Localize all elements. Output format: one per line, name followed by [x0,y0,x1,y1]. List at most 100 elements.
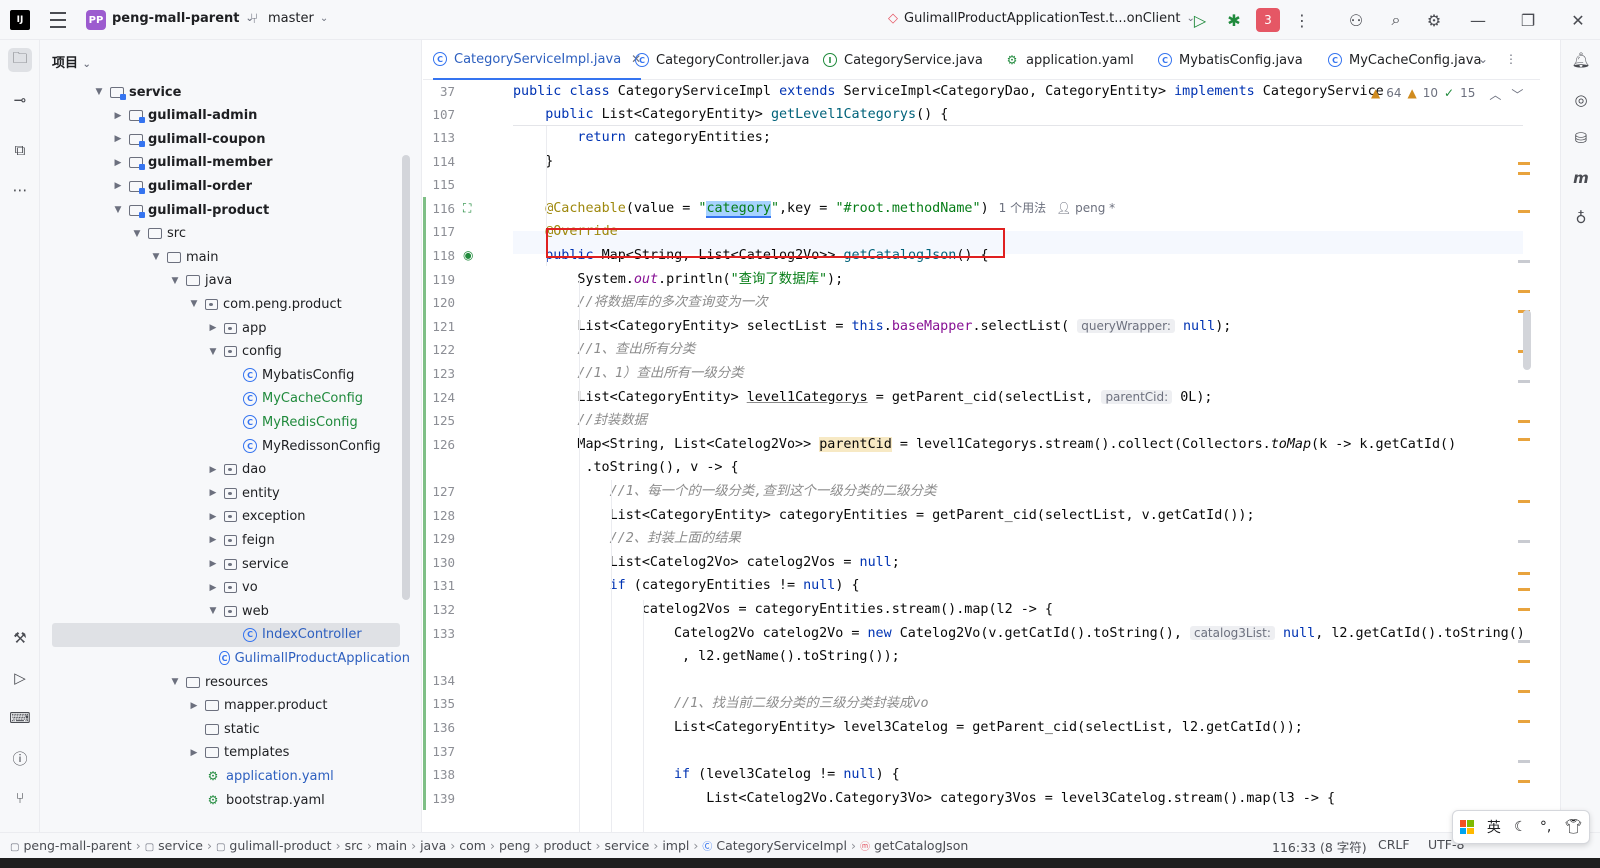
tree-item[interactable]: C MybatisConfig [40,363,410,387]
build-icon[interactable]: ⚒ [8,626,32,650]
breadcrumb-item[interactable]: service [605,838,650,853]
project-panel-header[interactable]: 项目 ⌄ [52,52,91,71]
breadcrumb-item[interactable]: peng [499,838,530,853]
gear-icon[interactable]: ⚙ [1422,8,1446,32]
breadcrumb-item[interactable]: main [376,838,407,853]
code-line[interactable]: //1、1）查出所有一级分类 [577,362,743,385]
add-user-icon[interactable]: ⚇ [1344,8,1368,32]
breadcrumb-item[interactable]: product [543,838,591,853]
chevron-right-icon[interactable]: ▶ [111,134,125,144]
ime-toolbar[interactable]: 英 ☾ °, 👕︎ [1452,810,1590,844]
code-area[interactable]: public class CategoryServiceImpl extends… [513,80,1523,842]
tree-item[interactable]: C MyRedisConfig [40,410,410,434]
debug-button[interactable]: ✱ [1222,8,1246,32]
code-line[interactable]: if (categoryEntities != null) { [610,574,860,597]
tree-item[interactable]: C MyCacheConfig [40,387,410,411]
chevron-down-icon[interactable]: ▼ [168,677,182,687]
chevron-right-icon[interactable]: ▶ [206,465,220,475]
chevron-down-icon[interactable]: ⌄ [1478,52,1488,66]
tree-item[interactable]: ▶ gulimall-admin [40,104,410,128]
notifications-icon[interactable]: 🔔︎ [1569,48,1593,72]
chevron-right-icon[interactable]: ▶ [187,701,201,711]
code-line[interactable]: List<CategoryEntity> categoryEntities = … [610,504,1255,527]
project-switcher[interactable]: peng-mall-parent ⌄ [112,11,254,26]
structure-icon[interactable]: ♁ [1569,206,1593,230]
chevron-right-icon[interactable]: ▶ [206,535,220,545]
search-icon[interactable]: ⌕ [1384,8,1408,32]
tree-item[interactable]: ▶ dao [40,458,410,482]
tree-item[interactable]: ▶ vo [40,576,410,600]
close-window-button[interactable]: ✕ [1566,8,1590,32]
breadcrumb-item[interactable]: ⓜ getCatalogJson [860,838,968,853]
tree-item[interactable]: ▼ resources [40,670,410,694]
chevron-right-icon[interactable]: ▶ [206,323,220,333]
tree-item[interactable]: ▶ gulimall-coupon [40,127,410,151]
punctuation-icon[interactable]: °, [1540,819,1551,835]
tree-item[interactable]: ▶ templates [40,741,410,765]
ime-language[interactable]: 英 [1487,817,1501,837]
branch-switcher[interactable]: master ⌄ [268,11,328,26]
chevron-down-icon[interactable]: ▼ [92,87,106,97]
more-icon[interactable]: ⋯ [8,178,32,202]
code-line[interactable]: return categoryEntities; [577,126,771,149]
tab-application-yaml[interactable]: ⚙ application.yaml [1005,40,1134,80]
code-line[interactable]: @Cacheable(value = "category",key = "#ro… [545,197,1115,220]
code-line[interactable]: , l2.getName().toString()); [682,645,900,668]
tab-mybatisconfig-java[interactable]: C MybatisConfig.java [1158,40,1303,80]
database-icon[interactable]: ⛁ [1569,126,1593,150]
chevron-right-icon[interactable]: ▶ [111,111,125,121]
chevron-down-icon[interactable]: ﹀ [1511,86,1523,103]
tree-item[interactable]: static [40,717,410,741]
code-line[interactable]: Catelog2Vo catelog2Vo = new Catelog2Vo(v… [674,622,1523,645]
code-line[interactable]: //1、每一个的一级分类,查到这个一级分类的二级分类 [610,480,937,503]
tree-item[interactable]: ▼ com.peng.product [40,292,410,316]
chevron-right-icon[interactable]: ▶ [206,559,220,569]
tree-item[interactable]: ▼ java [40,269,410,293]
run-config-selector[interactable]: ◇ GulimallProductApplicationTest.t...onCl… [888,11,1195,26]
tree-item[interactable]: ▼ main [40,245,410,269]
code-line[interactable]: public class CategoryServiceImpl extends… [513,80,1384,103]
code-line[interactable]: List<CategoryEntity> level3Catelog = get… [674,716,1303,739]
breadcrumb-item[interactable]: com [459,838,486,853]
breadcrumb-item[interactable]: ▢ service [145,838,203,853]
tree-item[interactable]: ▶ gulimall-member [40,151,410,175]
problems-icon[interactable]: ⓘ [8,746,32,770]
scroll-thumb[interactable] [1523,310,1531,370]
maven-icon[interactable]: m [1569,166,1593,190]
tree-item[interactable]: ▶ gulimall-order [40,174,410,198]
breadcrumb-item[interactable]: Ⓒ CategoryServiceImpl [702,838,847,853]
chevron-right-icon[interactable]: ▶ [187,748,201,758]
usages-hint[interactable]: 1 个用法 [999,201,1046,215]
shirt-icon[interactable]: 👕︎ [1565,819,1583,835]
code-line[interactable]: List<Catelog2Vo.Category3Vo> category3Vo… [706,787,1335,810]
folder-icon[interactable]: 🗀 [8,48,32,72]
editor-scrollbar[interactable] [1518,120,1540,842]
code-line[interactable]: //将数据库的多次查询变为一次 [577,291,767,314]
tree-item[interactable]: ▼ gulimall-product [40,198,410,222]
code-line[interactable]: .toString(), v -> { [585,456,738,479]
tree-item[interactable]: ⚙ bootstrap.yaml [40,788,410,812]
tree-item[interactable]: ⚙ application.yaml [40,764,410,788]
breadcrumb-item[interactable]: java [420,838,446,853]
code-line[interactable]: //2、封装上面的结果 [610,527,741,550]
structure-icon[interactable]: ⧉ [8,138,32,162]
terminal-icon[interactable]: ⌨ [8,706,32,730]
tree-item[interactable]: ▼ config [40,340,410,364]
services-button[interactable]: 3 [1256,8,1280,32]
project-badge[interactable]: PP [86,10,106,30]
tree-item[interactable]: ▼ src [40,222,410,246]
code-line[interactable]: //封装数据 [577,409,647,432]
commit-icon[interactable]: ⊸ [8,88,32,112]
cursor-position[interactable]: 116:33 (8 字符) [1272,837,1367,856]
chevron-down-icon[interactable]: ▼ [168,276,182,286]
code-line[interactable]: List<Catelog2Vo> catelog2Vos = null; [610,551,900,574]
tree-item[interactable]: ▶ feign [40,528,410,552]
code-line[interactable]: catelog2Vos = categoryEntities.stream().… [642,598,1053,621]
chevron-down-icon[interactable]: ▼ [206,347,220,357]
services-icon[interactable]: ▷ [8,666,32,690]
chevron-up-icon[interactable]: ︿ [1489,86,1501,103]
tree-item[interactable]: ▶ mapper.product [40,694,410,718]
main-menu-button[interactable] [48,10,68,30]
tab-categoryservice-java[interactable]: I CategoryService.java [823,40,983,80]
ai-assistant-icon[interactable]: ◎ [1569,88,1593,112]
